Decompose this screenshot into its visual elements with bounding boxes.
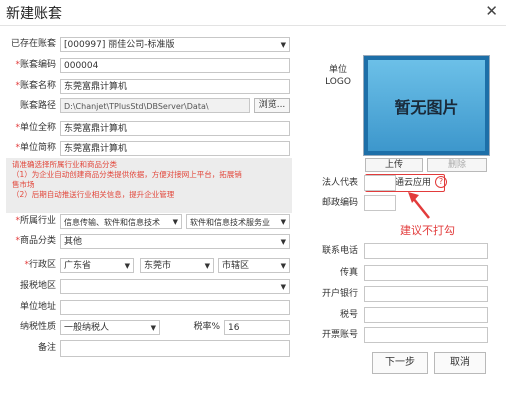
region-label: *行政区 [24,260,56,270]
taxpayer-value: 一般纳税人 [64,323,110,333]
industry-notice: 请准确选择所属行业和商品分类 （1）为企业自动创建商品分类提供依据，方便对接网上… [6,158,292,213]
shortname-label: *单位简称 [15,143,56,153]
address-input[interactable] [60,300,290,315]
fax-label: 传真 [339,268,358,278]
industry-select-1[interactable]: 信息传输、软件和信息技术 [60,214,182,229]
existing-select[interactable]: [000997] 丽佳公司-标准版 [60,37,290,52]
arrow-icon [408,192,430,219]
phone-label: 联系电话 [321,246,358,256]
taxpayer-select[interactable]: 一般纳税人 [60,320,160,335]
notice-line-2: （1）为企业自动创建商品分类提供依据，方便对接网上平台，拓展销 [12,170,242,179]
city-value: 东莞市 [144,261,172,271]
tax-rate-label: 税率% [193,322,220,332]
tax-rate-input[interactable]: 16 [224,320,290,335]
path-label: 账套路径 [19,101,56,111]
name-input[interactable]: 东莞富鼎计算机 [60,79,290,94]
legal-rep-label: 法人代表 [321,178,358,188]
annotation-text: 建议不打勾 [400,224,455,237]
city-select[interactable]: 东莞市 [140,258,214,273]
close-icon[interactable]: ✕ [485,2,498,20]
tax-number-input[interactable] [364,307,488,323]
category-label: *商品分类 [15,236,56,246]
next-button[interactable]: 下一步 [372,352,428,374]
industry-value-2: 软件和信息技术服务业 [190,218,270,227]
fullname-label: *单位全称 [15,123,56,133]
remark-input[interactable] [60,340,290,357]
logo-label-1: 单位 [328,65,347,75]
province-value: 广东省 [64,261,92,271]
remark-label: 备注 [37,343,56,353]
province-select[interactable]: 广东省 [60,258,134,273]
category-value: 其他 [64,237,83,247]
notice-line-4: （2）后期自动推送行业相关信息，提升企业管理 [12,190,175,199]
postcode-label: 邮政编码 [321,198,358,208]
bank-label: 开户银行 [321,289,358,299]
code-label: *账套编码 [15,60,56,70]
existing-value: [000997] 丽佳公司-标准版 [64,40,175,50]
cancel-button[interactable]: 取消 [434,352,486,374]
logo-placeholder: 暂无图片 [394,97,459,117]
fullname-input[interactable]: 东莞富鼎计算机 [60,121,290,136]
phone-input[interactable] [364,243,488,259]
address-label: 单位地址 [19,302,56,312]
industry-label: *所属行业 [15,216,56,226]
shortname-input[interactable]: 东莞富鼎计算机 [60,141,290,156]
bank-input[interactable] [364,286,488,302]
code-input[interactable]: 000004 [60,58,290,73]
industry-select-2[interactable]: 软件和信息技术服务业 [186,214,290,229]
district-value: 市辖区 [222,261,250,271]
title-divider [0,25,506,26]
notice-line-3: 售市场 [12,180,35,189]
dialog-title: 新建账套 [6,6,62,22]
legal-rep-input[interactable] [364,175,396,191]
tax-region-select[interactable] [60,279,290,294]
tax-number-label: 税号 [339,310,358,320]
district-select[interactable]: 市辖区 [218,258,290,273]
existing-label: 已存在账套 [10,39,56,49]
invoice-account-label: 开票账号 [321,330,358,340]
category-select[interactable]: 其他 [60,234,290,249]
taxpayer-label: 纳税性质 [19,322,56,332]
fax-input[interactable] [364,265,488,281]
invoice-account-input[interactable] [364,327,488,343]
logo-label-2: LOGO [325,77,351,87]
help-icon[interactable]: ? [435,176,447,188]
tax-region-label: 报税地区 [19,281,56,291]
industry-value-1: 信息传输、软件和信息技术 [64,218,160,227]
browse-button[interactable]: 浏览... [254,98,290,113]
delete-button[interactable]: 删除 [427,158,487,172]
notice-line-1: 请准确选择所属行业和商品分类 [12,160,117,169]
postcode-input[interactable] [364,195,396,211]
name-label: *账套名称 [15,81,56,91]
path-input[interactable]: D:\Chanjet\TPlusStd\DBServer\Data\ [60,98,250,113]
logo-image[interactable]: 暂无图片 [363,55,490,156]
upload-button[interactable]: 上传 [365,158,423,172]
